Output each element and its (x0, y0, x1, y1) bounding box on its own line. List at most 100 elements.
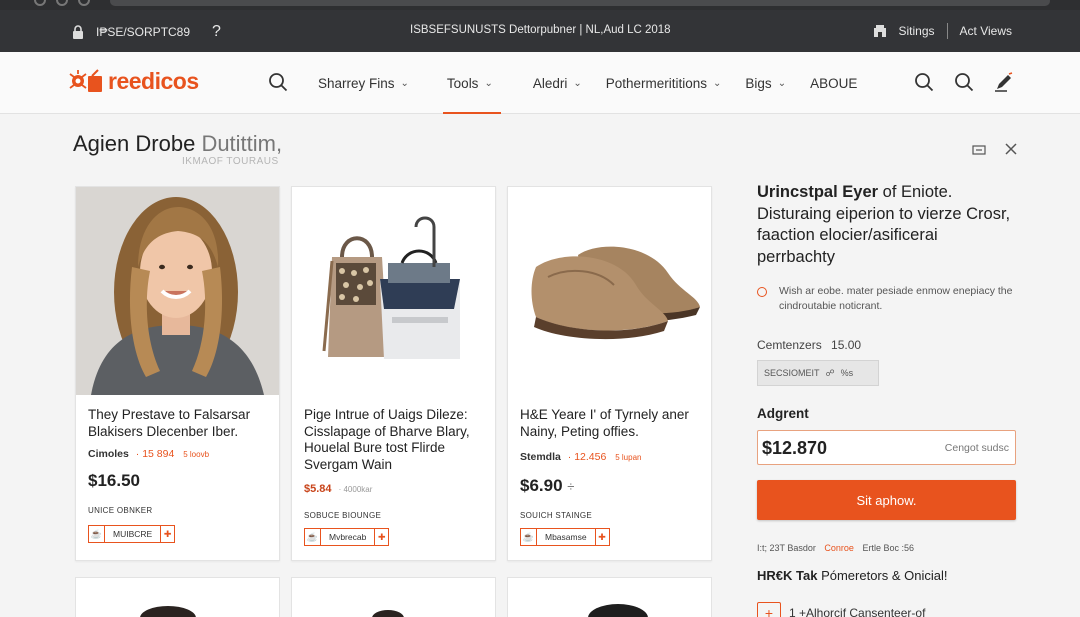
help-icon[interactable]: ? (212, 23, 221, 41)
chip-label: SECSIOMEIT (764, 368, 820, 378)
nav-item-label: Tools (446, 75, 479, 91)
plus-icon[interactable]: + (757, 602, 781, 617)
nav-item-label: Pothermerititions (605, 75, 708, 91)
add-to-cart-button[interactable]: ☕ Mvbrecab ✚ (304, 528, 390, 546)
panel-heading-bold: Urincstpal Eyer (757, 183, 879, 201)
cart-icon: ☕ (89, 526, 105, 542)
price-value: $6.90 (520, 476, 563, 495)
button-label: MUIBCRE (113, 529, 153, 539)
page-title-light: Dutittim, (201, 131, 283, 156)
cart-icon: ☕ (521, 529, 537, 545)
plus-icon: ✚ (160, 526, 174, 542)
amount-input[interactable]: $12.870 Cengot sudsc (757, 430, 1016, 465)
product-image-shoes[interactable] (508, 187, 711, 395)
chevron-down-icon: ⌄ (484, 77, 493, 89)
panel-tiny-info: I:t; 23T Basdor Conroe Ertle Boc :56 (757, 543, 914, 553)
link-icon: ☍ (825, 367, 835, 378)
sittings-link[interactable]: Sitings (899, 24, 935, 38)
nav-item-label: Sharrey Fins (318, 75, 395, 91)
chip-extra: %s (840, 368, 854, 378)
panel-heading: Urincstpal Eyer of Eniote. Disturaing ei… (757, 182, 1019, 268)
add-row-label: 1 +Alhorcif Cansenteer-of (789, 606, 926, 617)
top-bar-label[interactable]: I₱SE/SORPTC89 (96, 25, 190, 39)
meta-value: · 15 894 (135, 448, 175, 460)
product-price: $16.50 (88, 471, 140, 490)
product-meta: Stemdla · 12.456 5 lupan (520, 451, 641, 463)
meta-tag: 5 lupan (615, 453, 642, 462)
page-title: Agien Drobe Dutittim, (73, 131, 282, 157)
detail-panel: Urincstpal Eyer of Eniote. Disturaing ei… (757, 182, 1019, 617)
product-image-bags[interactable] (292, 187, 495, 395)
price-sub: · 4000kar (338, 485, 373, 494)
brand-logo-icon (69, 69, 102, 92)
product-card[interactable]: H&E Yeare I' of Tyrnely aner Nainy, Peti… (507, 186, 712, 561)
submit-button[interactable]: Sit aphow. (757, 480, 1016, 520)
page-title-main: Agien Drobe (73, 131, 196, 156)
magnifier-icon[interactable] (954, 72, 974, 97)
close-icon[interactable] (1004, 142, 1018, 161)
panel-add-row[interactable]: + 1 +Alhorcif Cansenteer-of (757, 602, 925, 617)
brand-name: reedicos (108, 67, 199, 94)
nav-item-pothermerititions[interactable]: Pothermerititions ⌄ (606, 52, 722, 114)
browser-reload-icon[interactable] (78, 0, 90, 6)
chevron-down-icon: ⌄ (400, 77, 409, 89)
button-label: Mbasamse (545, 532, 587, 542)
size-row: Cemtenzers 15.00 (757, 338, 861, 352)
nav-item-tools[interactable]: Tools ⌄ (442, 52, 501, 114)
product-card[interactable] (507, 577, 712, 617)
nav-item-label: Aledri (532, 75, 568, 91)
tiny-link[interactable]: Conroe (824, 543, 854, 553)
size-value: 15.00 (831, 338, 862, 352)
nav-item-sharrey-fins[interactable]: Sharrey Fins ⌄ (318, 52, 409, 114)
browser-forward-icon[interactable] (56, 0, 68, 6)
amount-value: $12.870 (762, 438, 828, 458)
meta-value: · 12.456 (567, 451, 607, 463)
button-label: Mvbrecab (329, 532, 367, 542)
product-image-partial (588, 604, 648, 617)
product-options: SOUICH STAINGE (520, 511, 593, 520)
product-card[interactable]: Pige Intrue of Uaigs Dileze: Cisslapage … (291, 186, 496, 561)
meta-label: Stemdla (520, 451, 561, 463)
chevron-down-icon: ⌄ (777, 77, 787, 89)
nav-item-label: ABOUE (810, 75, 858, 91)
browser-back-icon[interactable] (34, 0, 46, 6)
brand-logo[interactable]: reedicos (66, 66, 199, 96)
act-views-link[interactable]: Act Views (960, 24, 1012, 38)
add-to-cart-button[interactable]: ☕ MUIBCRE ✚ (88, 525, 176, 543)
product-title[interactable]: They Prestave to Falsarsar Blakisers Dle… (88, 407, 270, 440)
main-nav: reedicos Sharrey Fins ⌄ Tools ⌄ Aledri ⌄… (0, 52, 1080, 114)
browser-address-bar[interactable] (110, 0, 1050, 6)
nav-item-aledri[interactable]: Aledri ⌄ (533, 52, 582, 114)
product-card[interactable] (291, 577, 496, 617)
plus-icon: ✚ (374, 529, 388, 545)
product-image-portrait[interactable] (76, 187, 279, 395)
panel-subheading: HR€K Tak Pómeretors & Onicial! (757, 568, 948, 583)
product-title[interactable]: Pige Intrue of Uaigs Dileze: Cisslapage … (304, 407, 486, 473)
store-icon (873, 24, 887, 38)
add-to-cart-button[interactable]: ☕ Mbasamse ✚ (520, 528, 610, 546)
product-card[interactable] (75, 577, 280, 617)
variant-chip[interactable]: SECSIOMEIT ☍ %s (757, 360, 879, 386)
panel-note: Wish ar eobe. mater pesiade enmow enepia… (757, 284, 1019, 314)
product-price: $6.90 ÷ (520, 476, 574, 496)
nav-item-bigs[interactable]: Bigs ⌄ (745, 52, 786, 114)
edit-pen-icon[interactable] (994, 72, 1016, 97)
nav-item-about[interactable]: ABOUE (810, 52, 857, 114)
product-title[interactable]: H&E Yeare I' of Tyrnely aner Nainy, Peti… (520, 407, 702, 440)
subheading-rest: Pómeretors & Onicial! (817, 568, 948, 583)
top-bar: I₱SE/SORPTC89 ? ISBSEFSUNUSTS Dettorpubn… (0, 10, 1080, 52)
minimize-icon[interactable] (972, 143, 986, 161)
product-meta: Cimoles · 15 894 5 loovb (88, 448, 209, 460)
product-price: $5.84 · 4000kar (304, 483, 372, 495)
search-icon[interactable] (268, 72, 288, 97)
panel-note-text: Wish ar eobe. mater pesiade enmow enepia… (779, 285, 1013, 312)
info-circle-icon (757, 287, 767, 297)
product-options: SOBUCE BIOUNGE (304, 511, 382, 520)
size-label: Cemtenzers (757, 338, 822, 352)
tiny-left: I:t; 23T Basdor (757, 543, 816, 553)
cart-icon: ☕ (305, 529, 321, 545)
search-icon[interactable] (914, 72, 934, 97)
meta-label: Cimoles (88, 448, 129, 460)
product-card[interactable]: They Prestave to Falsarsar Blakisers Dle… (75, 186, 280, 561)
amount-label: Adgrent (757, 406, 809, 421)
